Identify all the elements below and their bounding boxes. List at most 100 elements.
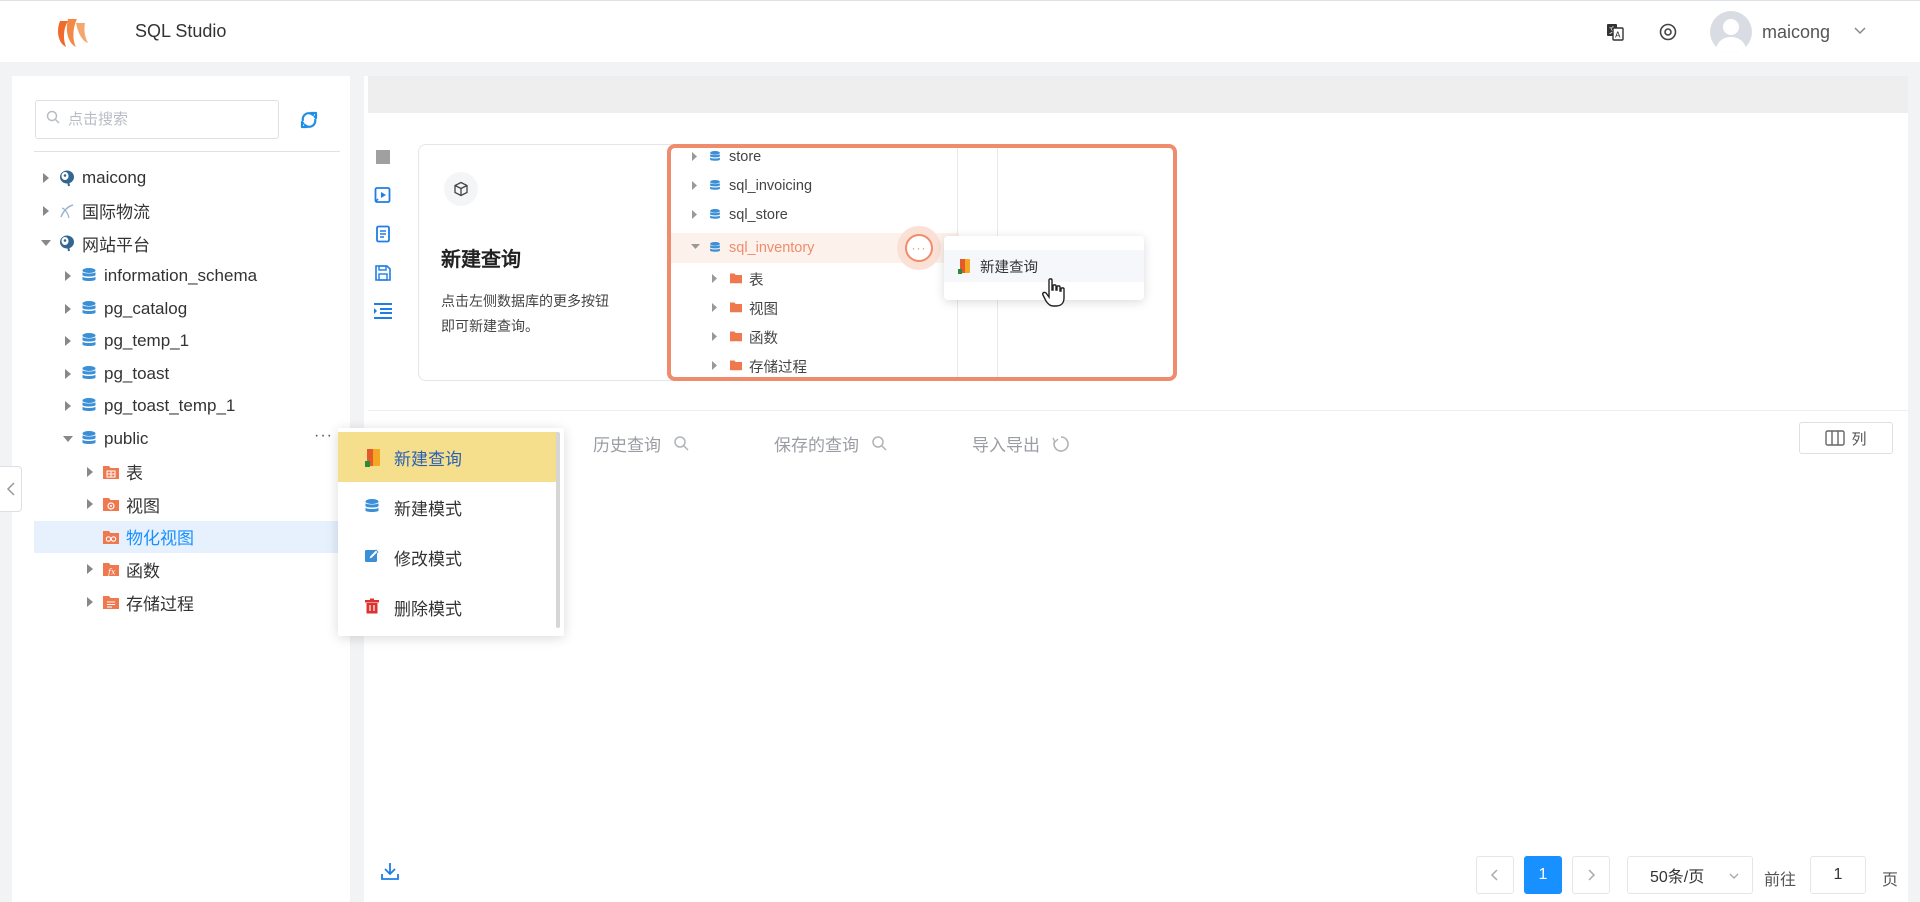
tree-item-website-platform[interactable]: 网站平台 bbox=[34, 227, 350, 260]
page-number-button[interactable]: 1 bbox=[1524, 856, 1562, 894]
tab-label: 导入导出 bbox=[972, 436, 1040, 455]
tree-item-pg-toast[interactable]: pg_toast bbox=[34, 358, 350, 391]
tree-item-logistics[interactable]: 国际物流 bbox=[34, 195, 350, 228]
caret-right-icon[interactable] bbox=[84, 563, 96, 575]
tree-item-functions[interactable]: fx 函数 bbox=[34, 553, 350, 586]
refresh-icon[interactable] bbox=[297, 108, 321, 132]
tab-import-export[interactable]: 导入导出 bbox=[972, 431, 1070, 456]
guide-description: 点击左侧数据库的更多按钮 即可新建查询。 bbox=[441, 289, 641, 339]
database-icon bbox=[709, 208, 723, 222]
edit-icon bbox=[364, 548, 382, 566]
document-icon[interactable] bbox=[372, 223, 394, 245]
tab-label: 历史查询 bbox=[593, 436, 661, 455]
illustration-label: sql_invoicing bbox=[729, 178, 813, 194]
goto-page-input[interactable] bbox=[1810, 856, 1866, 894]
tree-item-public[interactable]: public ··· bbox=[34, 423, 350, 456]
illustration-label: sql_inventory bbox=[729, 240, 815, 256]
menu-item-label: 删除模式 bbox=[394, 599, 462, 619]
postgres-icon bbox=[58, 169, 76, 187]
tree-item-label: 表 bbox=[126, 464, 143, 484]
caret-right-icon[interactable] bbox=[84, 466, 96, 478]
caret-right-icon[interactable] bbox=[62, 335, 74, 347]
tab-saved-queries[interactable]: 保存的查询 bbox=[774, 431, 889, 456]
database-icon bbox=[80, 365, 98, 383]
menu-item-new-query[interactable]: 新建查询 bbox=[338, 432, 558, 482]
table-folder-icon bbox=[729, 272, 743, 286]
tab-history[interactable]: 历史查询 bbox=[593, 431, 691, 456]
goto-prefix: 前往 bbox=[1764, 872, 1797, 889]
illustration-row: store bbox=[691, 148, 761, 168]
tree-item-procedures[interactable]: 存储过程 bbox=[34, 586, 350, 619]
user-name[interactable]: maicong bbox=[1762, 22, 1830, 43]
tree-item-label: 网站平台 bbox=[82, 235, 150, 255]
columns-icon bbox=[1825, 430, 1846, 446]
menu-item-edit-schema[interactable]: 修改模式 bbox=[338, 532, 558, 582]
database-tree: maicong 国际物流 网站平台 information_schema pg_… bbox=[34, 162, 350, 618]
cube-icon bbox=[444, 172, 478, 206]
tree-item-pg-catalog[interactable]: pg_catalog bbox=[34, 292, 350, 325]
schema-context-menu: 新建查询 新建模式 修改模式 删除模式 bbox=[338, 428, 564, 636]
postgres-icon bbox=[58, 234, 76, 252]
download-icon[interactable] bbox=[380, 861, 400, 881]
search-input[interactable] bbox=[68, 111, 268, 128]
caret-right-icon[interactable] bbox=[62, 400, 74, 412]
caret-right-icon[interactable] bbox=[40, 205, 52, 217]
tree-item-views[interactable]: 视图 bbox=[34, 488, 350, 521]
tree-item-maicong[interactable]: maicong bbox=[34, 162, 350, 195]
tree-item-label: 存储过程 bbox=[126, 594, 194, 614]
database-icon bbox=[709, 241, 723, 255]
tree-item-label: pg_toast bbox=[104, 363, 170, 383]
illustration-row: sql_inventory bbox=[691, 237, 814, 259]
run-icon[interactable] bbox=[372, 184, 394, 206]
more-options-icon[interactable]: ··· bbox=[314, 427, 333, 445]
save-icon[interactable] bbox=[372, 262, 394, 284]
divider bbox=[368, 410, 1908, 411]
scrollbar[interactable] bbox=[556, 432, 560, 628]
guide-desc-line: 即可新建查询。 bbox=[441, 318, 539, 334]
next-page-button[interactable] bbox=[1572, 856, 1610, 894]
menu-item-label: 新建模式 bbox=[394, 499, 462, 519]
caret-right-icon[interactable] bbox=[62, 368, 74, 380]
database-icon bbox=[709, 150, 723, 164]
divider bbox=[34, 151, 340, 152]
format-icon[interactable] bbox=[372, 300, 394, 322]
tree-item-materialized-views[interactable]: 物化视图 bbox=[34, 520, 350, 554]
caret-right-icon[interactable] bbox=[84, 596, 96, 608]
tree-item-tables[interactable]: 表 bbox=[34, 455, 350, 488]
avatar[interactable] bbox=[1710, 11, 1752, 53]
database-icon bbox=[364, 498, 382, 516]
menu-item-new-schema[interactable]: 新建模式 bbox=[338, 482, 558, 532]
stop-icon[interactable] bbox=[372, 146, 394, 168]
tree-item-information-schema[interactable]: information_schema bbox=[34, 260, 350, 293]
menu-item-delete-schema[interactable]: 删除模式 bbox=[338, 582, 558, 632]
caret-down-icon[interactable] bbox=[62, 433, 74, 445]
tree-item-label: pg_toast_temp_1 bbox=[104, 396, 236, 416]
tree-item-pg-temp-1[interactable]: pg_temp_1 bbox=[34, 325, 350, 358]
tree-item-label: 物化视图 bbox=[126, 529, 194, 549]
settings-icon[interactable] bbox=[1657, 21, 1679, 43]
view-folder-icon bbox=[729, 301, 743, 315]
table-folder-icon bbox=[102, 463, 120, 481]
illustration-row: sql_store bbox=[691, 204, 788, 226]
guide-title: 新建查询 bbox=[441, 249, 521, 271]
caret-right-icon[interactable] bbox=[62, 303, 74, 315]
caret-down-icon[interactable] bbox=[40, 237, 52, 249]
caret-right-icon[interactable] bbox=[62, 270, 74, 282]
caret-right-icon bbox=[691, 181, 701, 191]
query-tab-bar bbox=[368, 76, 1908, 113]
function-folder-icon bbox=[729, 330, 743, 344]
translate-icon[interactable]: 文 A bbox=[1604, 21, 1626, 43]
tree-item-pg-toast-temp-1[interactable]: pg_toast_temp_1 bbox=[34, 390, 350, 423]
chevron-down-icon[interactable] bbox=[1852, 23, 1868, 39]
illustration-label: 存储过程 bbox=[749, 359, 807, 376]
procedure-folder-icon bbox=[729, 359, 743, 373]
columns-button[interactable]: 列 bbox=[1799, 422, 1893, 454]
search-box[interactable] bbox=[35, 100, 279, 139]
menu-item-label: 新建查询 bbox=[394, 449, 462, 469]
prev-page-button[interactable] bbox=[1476, 856, 1514, 894]
sidebar-collapse-button[interactable] bbox=[0, 466, 22, 512]
database-icon bbox=[80, 300, 98, 318]
caret-right-icon[interactable] bbox=[40, 172, 52, 184]
page-size-select[interactable]: 50条/页 bbox=[1627, 856, 1753, 894]
caret-right-icon[interactable] bbox=[84, 498, 96, 510]
